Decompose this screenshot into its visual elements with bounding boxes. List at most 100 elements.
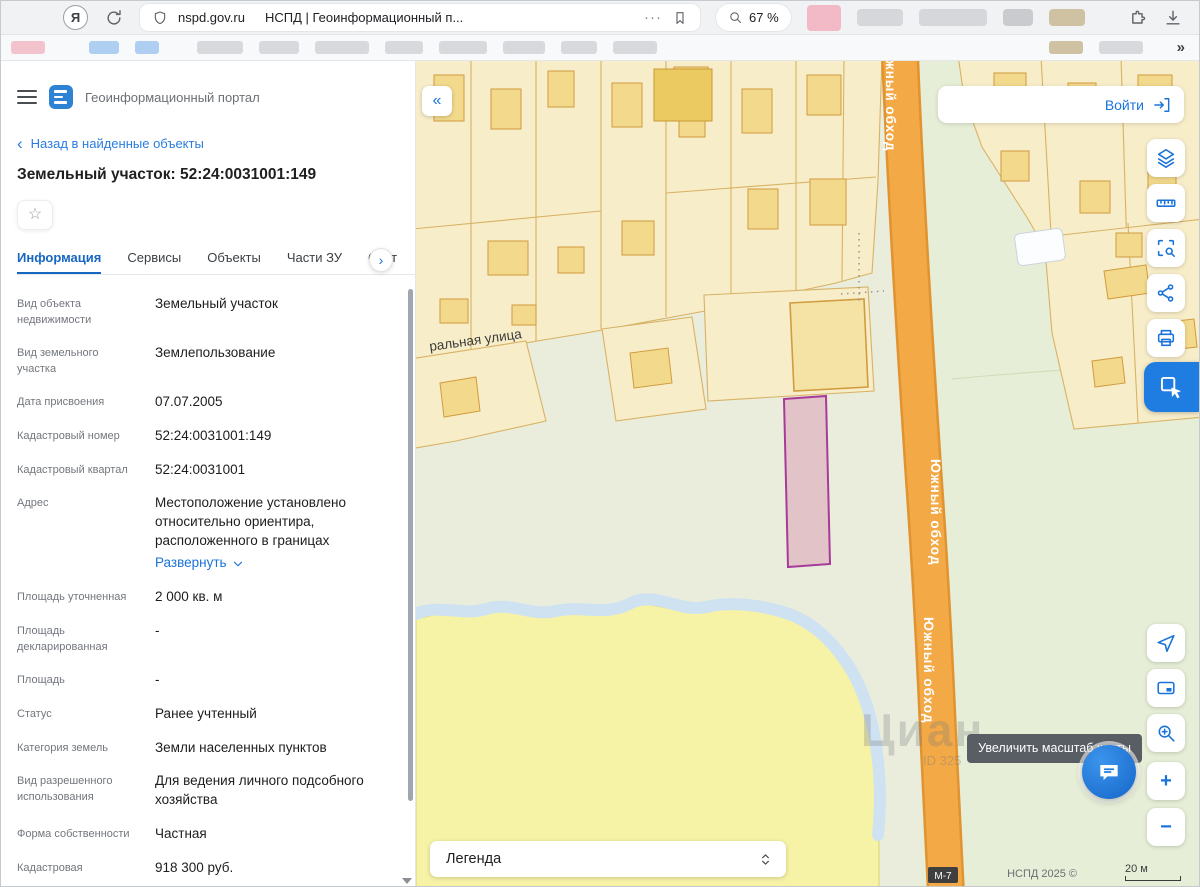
zoom-out-button[interactable]: − <box>1147 808 1185 846</box>
expand-link[interactable]: Развернуть <box>155 554 389 573</box>
login-icon <box>1152 95 1172 115</box>
field-label: Категория земель <box>17 739 139 758</box>
field-row: Кадастровая918 300 руб. <box>17 859 389 878</box>
tab-Информация[interactable]: Информация <box>17 250 101 274</box>
extensions-icon[interactable] <box>1127 8 1147 28</box>
field-row: Площадь декларированная- <box>17 622 389 656</box>
field-label: Статус <box>17 705 139 724</box>
redacted-profile-block <box>919 9 987 26</box>
redacted-bookmark[interactable] <box>315 41 369 54</box>
field-value: 52:24:0031001 <box>155 461 389 480</box>
redacted-bookmark[interactable] <box>11 41 45 54</box>
tab-Объекты[interactable]: Объекты <box>207 250 261 274</box>
download-button[interactable] <box>1163 8 1183 28</box>
legend-bar[interactable]: Легенда <box>430 841 786 877</box>
frame-button[interactable] <box>1147 669 1185 707</box>
tab-Сервисы[interactable]: Сервисы <box>127 250 181 274</box>
redacted-bookmark[interactable] <box>561 41 597 54</box>
identify-icon <box>1158 374 1185 401</box>
redacted-profile-block <box>807 5 841 31</box>
redacted-bookmark[interactable] <box>197 41 243 54</box>
browser-window: Я nspd.gov.ru НСПД | Геоинформационный п… <box>0 0 1200 887</box>
chat-button[interactable] <box>1082 745 1136 799</box>
road-label: Южный обход <box>928 459 943 565</box>
field-value: Частная <box>155 825 389 844</box>
map-tools-bottom <box>1147 624 1185 752</box>
redacted-bookmark[interactable] <box>385 41 423 54</box>
redacted-profile-block <box>857 9 903 26</box>
refresh-button[interactable] <box>104 8 124 28</box>
print-icon <box>1155 327 1177 349</box>
address-bar[interactable]: nspd.gov.ru НСПД | Геоинформационный п..… <box>140 4 700 31</box>
field-row: Форма собственности Частная <box>17 825 389 844</box>
field-value: Местоположение установлено относительно … <box>155 494 389 573</box>
redacted-bookmark[interactable] <box>439 41 487 54</box>
yandex-browser-icon[interactable]: Я <box>63 5 88 30</box>
overflow-menu-icon[interactable]: ··· <box>644 9 662 26</box>
field-row: Кадастровый квартал 52:24:0031001 <box>17 461 389 480</box>
field-label: Дата присвоения <box>17 393 139 412</box>
favorite-button[interactable]: ☆ <box>17 200 53 230</box>
navigate-button[interactable] <box>1147 624 1185 662</box>
chevron-down-icon <box>231 557 245 571</box>
bookmarks-overflow-button[interactable]: » <box>1177 39 1185 56</box>
field-label: Форма собственности <box>17 825 139 844</box>
field-value: - <box>155 622 389 656</box>
navigate-icon <box>1155 632 1177 654</box>
redacted-bookmark[interactable] <box>135 41 159 54</box>
page-zoom-indicator[interactable]: 67 % <box>716 4 791 31</box>
tab-Части ЗУ[interactable]: Части ЗУ <box>287 250 342 274</box>
scale-label: 20 м <box>1125 863 1148 875</box>
redacted-bookmark[interactable] <box>613 41 657 54</box>
field-value: 07.07.2005 <box>155 393 389 412</box>
layers-button[interactable] <box>1147 139 1185 177</box>
redacted-bookmark[interactable] <box>503 41 545 54</box>
redacted-bookmark[interactable] <box>89 41 119 54</box>
chevron-updown-icon[interactable] <box>757 851 774 868</box>
bookmarks-bar: » <box>1 35 1199 61</box>
login-label[interactable]: Войти <box>1105 97 1144 113</box>
menu-button[interactable] <box>17 90 37 104</box>
object-search-button[interactable] <box>1147 229 1185 267</box>
info-panel: Геоинформационный портал ‹ Назад в найде… <box>1 61 416 887</box>
back-link[interactable]: ‹ Назад в найденные объекты <box>17 135 415 152</box>
field-value: Для ведения личного подсобного хозяйства <box>155 772 389 810</box>
tabs-scroll-button[interactable]: › <box>369 248 393 272</box>
bookmark-icon[interactable] <box>672 10 688 26</box>
login-bar[interactable]: Войти <box>938 86 1184 123</box>
redacted-bookmark[interactable] <box>1099 41 1143 54</box>
road-label: Южный обход <box>883 61 898 151</box>
share-icon <box>1155 282 1177 304</box>
collapse-panel-button[interactable]: « <box>422 86 452 116</box>
map-container: Южный обход Южный обход Южный обход М-7 … <box>416 61 1199 887</box>
map-canvas[interactable]: Южный обход Южный обход Южный обход М-7 … <box>416 61 1199 887</box>
zoom-in-button[interactable]: + <box>1147 762 1185 800</box>
field-label: Площадь уточненная <box>17 588 139 607</box>
road-label: Южный обход <box>921 617 936 723</box>
zoom-controls: + − <box>1147 762 1185 846</box>
zoom-search-button[interactable] <box>1147 714 1185 752</box>
print-button[interactable] <box>1147 319 1185 357</box>
field-value: 2 000 кв. м <box>155 588 389 607</box>
redacted-bookmark[interactable] <box>259 41 299 54</box>
field-label: Кадастровый квартал <box>17 461 139 480</box>
star-icon: ☆ <box>28 206 42 223</box>
tabs-bar: ИнформацияСервисыОбъектыЧасти ЗУСостЗ › <box>17 250 416 275</box>
portal-title: Геоинформационный портал <box>85 90 260 105</box>
url-text[interactable]: nspd.gov.ru <box>178 10 245 25</box>
field-row: Вид объекта недвижимостиЗемельный участо… <box>17 295 389 329</box>
fields-list: Вид объекта недвижимостиЗемельный участо… <box>17 295 415 878</box>
scrollbar-down-button[interactable] <box>402 878 412 884</box>
scale-bar <box>1125 876 1181 881</box>
legend-label: Легенда <box>446 851 757 867</box>
panel-scrollbar[interactable] <box>408 289 413 801</box>
chat-icon <box>1096 759 1122 785</box>
field-row: Вид земельного участкаЗемлепользование <box>17 344 389 378</box>
ruler-button[interactable] <box>1147 184 1185 222</box>
share-button[interactable] <box>1147 274 1185 312</box>
panel-header: Геоинформационный портал <box>17 85 415 109</box>
field-label: Площадь декларированная <box>17 622 139 656</box>
selected-parcel[interactable] <box>784 396 830 567</box>
redacted-bookmark[interactable] <box>1049 41 1083 54</box>
identify-tool-button[interactable] <box>1144 362 1199 412</box>
